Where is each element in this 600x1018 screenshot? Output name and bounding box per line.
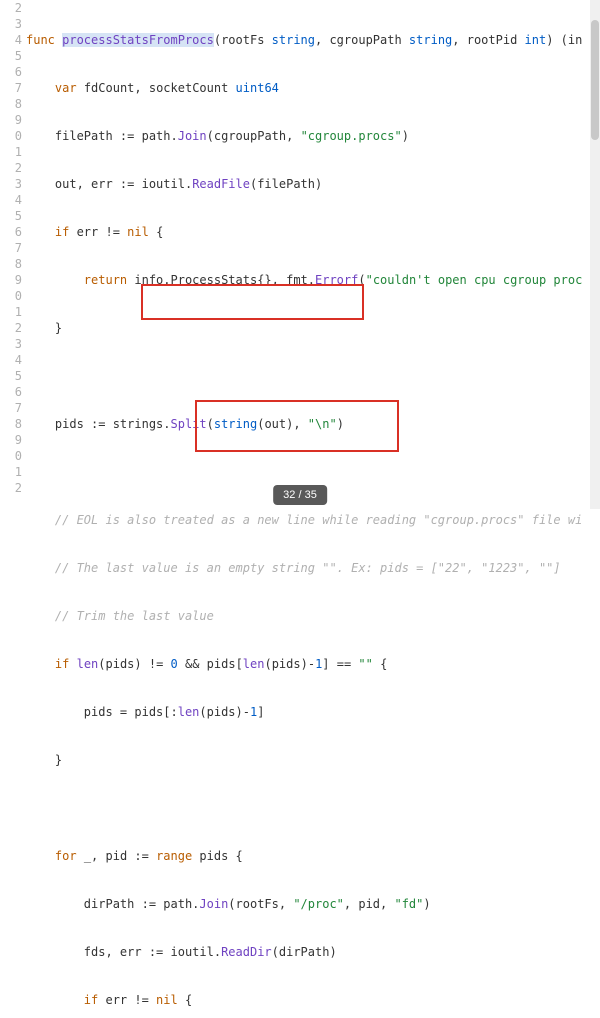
code-line: // The last value is an empty string "".… (26, 560, 600, 576)
code-line: // Trim the last value (26, 608, 600, 624)
code-line: fds, err := ioutil.ReadDir(dirPath) (26, 944, 600, 960)
code-line: // EOL is also treated as a new line whi… (26, 512, 600, 528)
code-line: filePath := path.Join(cgroupPath, "cgrou… (26, 128, 600, 144)
code-line: pids = pids[:len(pids)-1] (26, 704, 600, 720)
code-line: for _, pid := range pids { (26, 848, 600, 864)
code-line (26, 800, 600, 816)
code-line: } (26, 752, 600, 768)
code-line (26, 368, 600, 384)
scrollbar-thumb[interactable] (591, 20, 599, 140)
code-line: if err != nil { (26, 224, 600, 240)
code-line: var fdCount, socketCount uint64 (26, 80, 600, 96)
code-line: } (26, 320, 600, 336)
code-line: if len(pids) != 0 && pids[len(pids)-1] =… (26, 656, 600, 672)
code-line: out, err := ioutil.ReadFile(filePath) (26, 176, 600, 192)
code-line: return info.ProcessStats{}, fmt.Errorf("… (26, 272, 600, 288)
code-lines[interactable]: func processStatsFromProcs(rootFs string… (26, 0, 600, 1018)
slide-counter: 32 / 35 (273, 485, 327, 505)
code-line: if err != nil { (26, 992, 600, 1008)
code-line (26, 464, 600, 480)
code-line: pids := strings.Split(string(out), "\n") (26, 416, 600, 432)
code-line: func processStatsFromProcs(rootFs string… (26, 32, 600, 48)
vertical-scrollbar[interactable] (590, 0, 600, 509)
line-gutter: 2345678901234567890123456789012 (0, 0, 26, 1018)
code-line: dirPath := path.Join(rootFs, "/proc", pi… (26, 896, 600, 912)
